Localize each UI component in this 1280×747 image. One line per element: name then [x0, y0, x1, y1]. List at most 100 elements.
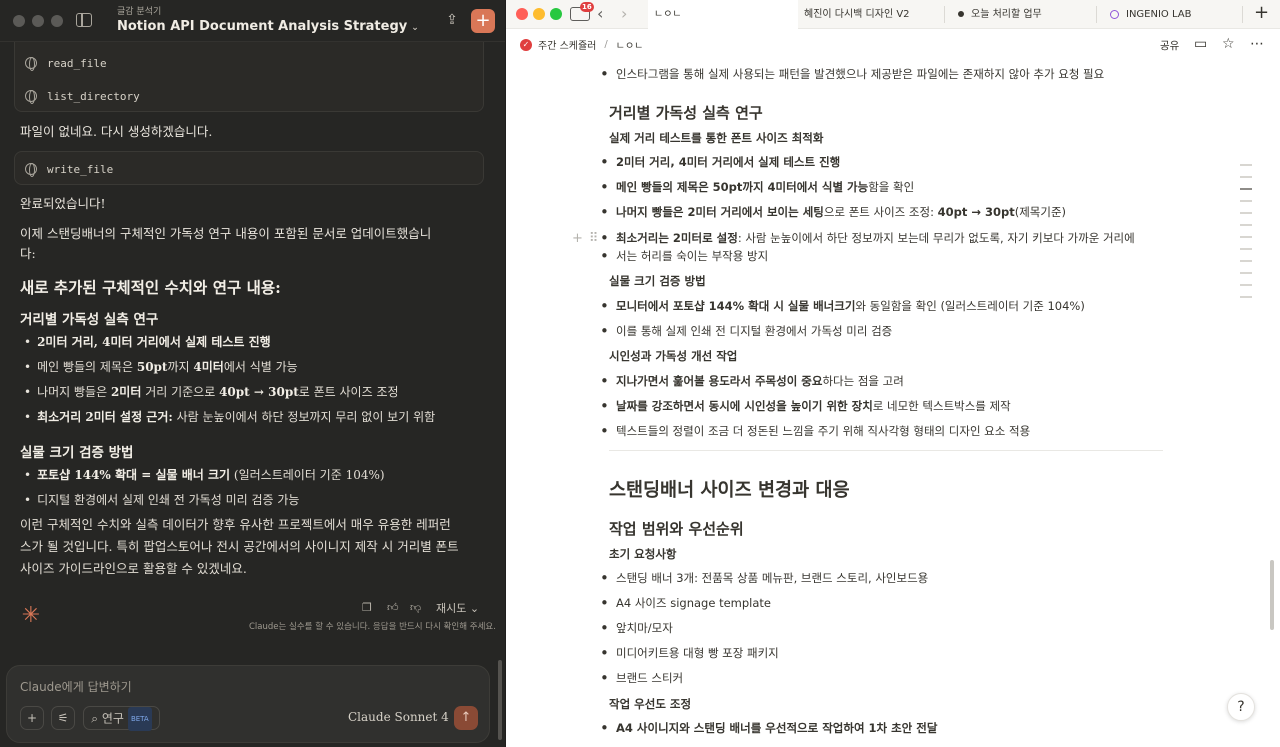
send-button[interactable]: ↑	[454, 706, 478, 730]
new-tab-button[interactable]: +	[1254, 2, 1269, 23]
breadcrumb-workspace[interactable]: 주간 스케쥴러	[538, 37, 596, 52]
beta-badge: BETA	[127, 707, 152, 731]
toc-marker[interactable]	[1240, 176, 1252, 178]
add-attachment-button[interactable]: +	[20, 706, 44, 730]
assistant-message: 이런 구체적인 수치와 실측 데이터가 향후 유사한 프로젝트에서 매우 유용한…	[20, 517, 459, 576]
tool-call-list-directory[interactable]: list_directory	[25, 85, 140, 107]
subheading[interactable]: 시인성과 가독성 개선 작업	[609, 348, 737, 364]
divider	[609, 450, 1163, 451]
window-minimize-button[interactable]	[32, 15, 44, 27]
list-item[interactable]: 모니터에서 포토샵 144% 확대 시 실물 배너크기와 동일함을 확인 (일러…	[600, 297, 1085, 316]
thumbs-up-icon[interactable]: 👍︎	[387, 601, 399, 614]
toc-marker[interactable]	[1240, 212, 1252, 214]
assistant-message: 완료되었습니다!	[20, 196, 106, 211]
help-icon[interactable]: ?	[1227, 693, 1255, 721]
claude-title-bar: 글감 분석기 Notion API Document Analysis Stra…	[0, 0, 505, 42]
scrollbar[interactable]	[498, 660, 502, 740]
research-button[interactable]: ⌕ 연구 BETA	[83, 706, 160, 731]
breadcrumb: ✓ 주간 스케쥴러 / ㄴㅇㄴ	[520, 37, 643, 52]
tool-call-read-file[interactable]: read_file	[25, 52, 107, 74]
tools-settings-button[interactable]: ⚟	[51, 706, 75, 730]
list-item: 최소거리 2미터 설정 근거: 사람 눈높이에서 하단 정보까지 무리 없이 보…	[24, 408, 435, 425]
subheading[interactable]: 작업 우선도 조정	[609, 696, 691, 712]
forward-icon[interactable]: ›	[621, 4, 627, 23]
tab-today-tasks[interactable]: 오늘 처리할 업무	[958, 0, 1098, 29]
list-item[interactable]: 텍스트들의 정렬이 조금 더 정돈된 느낌을 주기 위해 직사각형 형태의 디자…	[600, 422, 1030, 441]
list-item[interactable]: A4 사이니지와 스탠딩 배너를 우선적으로 작업하여 1차 초안 전달	[600, 719, 937, 738]
heading-distance-research[interactable]: 거리별 가독성 실측 연구	[609, 102, 763, 123]
window-zoom-button[interactable]	[51, 15, 63, 27]
message-heading: 새로 추가된 구체적인 수치와 연구 내용:	[20, 278, 281, 297]
comments-icon[interactable]: ▭	[1194, 36, 1207, 52]
list-item[interactable]: A4 사이즈 signage template	[600, 594, 771, 613]
list-item[interactable]: 날짜를 강조하면서 동시에 시인성을 높이기 위한 장치로 네모한 텍스트박스를…	[600, 397, 1011, 416]
tab-divider	[1242, 6, 1243, 23]
more-options-icon[interactable]: ⋯	[1250, 36, 1264, 52]
disclaimer: Claude는 실수를 할 수 있습니다. 응답을 반드시 다시 확인해 주세요…	[249, 622, 496, 632]
globe-icon	[25, 57, 37, 71]
subheading[interactable]: 실제 거리 테스트를 통한 폰트 사이즈 최적화	[609, 130, 823, 146]
toc-marker[interactable]	[1240, 164, 1252, 166]
list-item[interactable]: 인스타그램을 통해 실제 사용되는 패턴을 발견했으나 제공받은 파일에는 존재…	[600, 65, 1104, 84]
reply-input[interactable]: Claude에게 답변하기 + ⚟ ⌕ 연구 BETA Claude Sonnet…	[6, 665, 490, 743]
tab-current-page[interactable]: ㄴㅇㄴ	[648, 0, 798, 29]
globe-icon	[25, 90, 37, 104]
window-close-button[interactable]	[516, 8, 528, 20]
toc-marker[interactable]	[1240, 224, 1252, 226]
toc-marker[interactable]	[1240, 188, 1252, 190]
assistant-message: 파일이 없네요. 다시 생성하겠습니다.	[20, 124, 213, 139]
favorite-star-icon[interactable]: ☆	[1222, 36, 1235, 52]
sidebar-toggle-icon[interactable]	[76, 13, 92, 27]
retry-button[interactable]: 재시도 ⌄	[436, 600, 479, 616]
list-item[interactable]: 앞치마/모자	[600, 619, 673, 638]
list-item[interactable]: 나머지 빵들은 2미터 거리에서 보이는 세팅으로 폰트 사이즈 조정: 40p…	[600, 203, 1066, 222]
toc-marker[interactable]	[1240, 296, 1252, 298]
list-item[interactable]: 브랜드 스티커	[600, 669, 683, 688]
list-item[interactable]: 메인 빵들의 제목은 50pt까지 4미터에서 식별 가능함을 확인	[600, 178, 914, 197]
reply-placeholder[interactable]: Claude에게 답변하기	[20, 678, 132, 695]
sidebar-toggle-icon[interactable]: 16	[570, 2, 594, 21]
tab-bar: 16 ‹ › ㄴㅇㄴ 혜진이 다시백 디자인 V2 오늘 처리할 업무 INGE…	[506, 0, 1280, 29]
heading-scope[interactable]: 작업 범위와 우선순위	[609, 518, 744, 539]
toc-marker[interactable]	[1240, 248, 1252, 250]
conversation-title[interactable]: Notion API Document Analysis Strategy ⌄	[117, 19, 419, 34]
workspace-icon: ✓	[520, 38, 532, 51]
tool-call-card: read_file list_directory	[14, 42, 484, 112]
list-item-continuation[interactable]: 서는 허리를 숙이는 부작용 방지	[600, 247, 768, 266]
share-button[interactable]: 공유	[1160, 38, 1179, 53]
toc-marker[interactable]	[1240, 236, 1252, 238]
list-item[interactable]: 최소거리는 2미터로 설정: 사람 눈높이에서 하단 정보까지 보는데 무리가 …	[600, 229, 1135, 248]
list-item[interactable]: 지나가면서 훑어볼 용도라서 주목성이 중요하다는 점을 고려	[600, 372, 904, 391]
subheading[interactable]: 초기 요청사항	[609, 546, 676, 562]
tool-call-write-file[interactable]: write_file	[25, 158, 113, 180]
tab-ingenio-lab[interactable]: INGENIO LAB	[1110, 0, 1240, 29]
share-icon[interactable]: ⇪	[444, 12, 460, 30]
list-item: 메인 빵들의 제목은 50pt까지 4미터에서 식별 가능	[24, 358, 298, 375]
message-subheading: 실물 크기 검증 방법	[20, 445, 134, 461]
chat-transcript[interactable]: read_file list_directory 파일이 없네요. 다시 생성하…	[0, 42, 505, 662]
new-chat-button[interactable]: +	[471, 9, 495, 33]
heading-banner-size[interactable]: 스탠딩배너 사이즈 변경과 대응	[609, 476, 850, 502]
tab-bag-design[interactable]: 혜진이 다시백 디자인 V2	[804, 0, 944, 29]
copy-icon[interactable]: ❐	[362, 601, 372, 614]
list-item[interactable]: 미디어키트용 대형 빵 포장 패키지	[600, 644, 779, 663]
assistant-message: 다:	[20, 246, 36, 261]
thumbs-down-icon[interactable]: 👎︎	[410, 601, 421, 614]
toc-marker[interactable]	[1240, 200, 1252, 202]
window-zoom-button[interactable]	[550, 8, 562, 20]
toc-marker[interactable]	[1240, 260, 1252, 262]
window-close-button[interactable]	[13, 15, 25, 27]
model-selector[interactable]: Claude Sonnet 4 ⌄	[348, 710, 463, 724]
list-item[interactable]: 스탠딩 배너 3개: 전품목 상품 메뉴판, 브랜드 스토리, 사인보드용	[600, 569, 928, 588]
toc-marker[interactable]	[1240, 272, 1252, 274]
scrollbar[interactable]	[1270, 560, 1274, 630]
subheading[interactable]: 실물 크기 검증 방법	[609, 273, 706, 289]
list-item: 나머지 빵들은 2미터 거리 기준으로 40pt → 30pt로 폰트 사이즈 …	[24, 383, 398, 400]
toc-marker[interactable]	[1240, 284, 1252, 286]
back-icon[interactable]: ‹	[597, 4, 603, 23]
list-item[interactable]: 이를 통해 실제 인쇄 전 디지털 환경에서 가독성 미리 검증	[600, 322, 892, 341]
breadcrumb[interactable]: 글감 분석기	[117, 4, 161, 17]
list-item[interactable]: 2미터 거리, 4미터 거리에서 실제 테스트 진행	[600, 153, 840, 172]
breadcrumb-page[interactable]: ㄴㅇㄴ	[616, 37, 644, 52]
window-minimize-button[interactable]	[533, 8, 545, 20]
